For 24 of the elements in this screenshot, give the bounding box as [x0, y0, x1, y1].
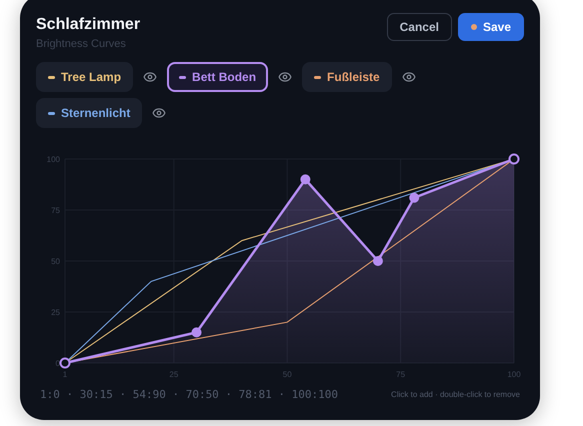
- color-dash-icon: [48, 112, 55, 114]
- save-button[interactable]: Save: [458, 13, 524, 41]
- cancel-button[interactable]: Cancel: [386, 13, 452, 41]
- curve-chip[interactable]: Bett Boden: [167, 62, 268, 92]
- eye-icon[interactable]: [278, 70, 292, 84]
- color-dash-icon: [314, 76, 322, 78]
- hint-text: Click to add · double-click to remove: [391, 390, 520, 399]
- color-dash-icon: [48, 76, 55, 78]
- curve-chip[interactable]: Tree Lamp: [36, 62, 134, 92]
- point: [372, 256, 383, 266]
- point: [300, 174, 310, 184]
- window-title: Schlafzimmer: [36, 16, 140, 34]
- eye-icon[interactable]: [402, 70, 416, 84]
- point: [60, 358, 70, 368]
- subtitle: Brightness Curves: [36, 38, 127, 50]
- point-list: 1:0 · 30:15 · 54:90 · 70:50 · 78:81 · 100:100: [40, 388, 338, 401]
- color-dash-icon: [179, 76, 186, 78]
- point: [192, 327, 202, 338]
- eye-icon[interactable]: [143, 70, 158, 84]
- curve-chip[interactable]: Sternenlicht: [36, 98, 142, 128]
- curve-chip[interactable]: Fußleiste: [302, 62, 392, 92]
- point: [409, 192, 420, 203]
- eye-icon[interactable]: [152, 106, 166, 120]
- point: [508, 154, 520, 164]
